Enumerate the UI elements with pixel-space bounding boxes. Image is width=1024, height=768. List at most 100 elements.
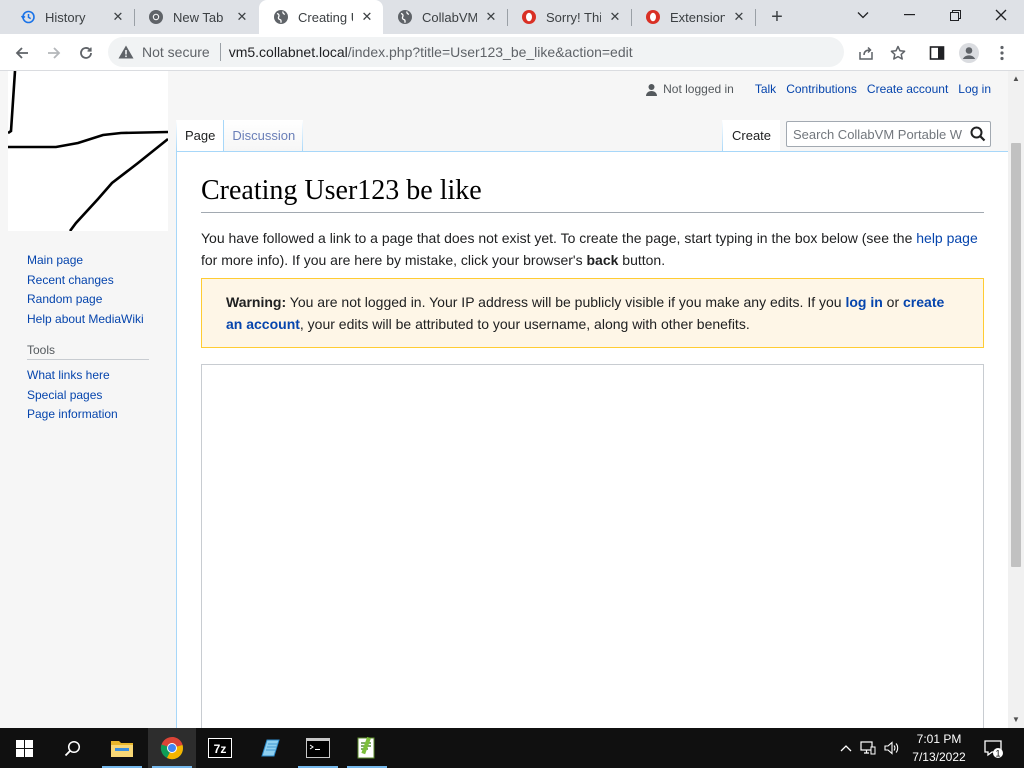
divider <box>219 43 221 61</box>
sidebar-item-special-pages[interactable]: Special pages <box>27 386 176 406</box>
sidebar-item-main-page[interactable]: Main page <box>27 251 176 271</box>
text-editor-icon[interactable] <box>343 728 391 768</box>
forward-button[interactable] <box>40 39 68 67</box>
log-in-link[interactable]: Log in <box>958 82 991 96</box>
system-tray <box>838 728 904 768</box>
tab-new-tab[interactable]: New Tab ✕ <box>134 0 258 34</box>
clock-time: 7:01 PM <box>916 732 962 746</box>
page-title: Creating User123 be like <box>201 172 984 213</box>
scroll-down-icon[interactable]: ▼ <box>1012 716 1020 724</box>
search-icon[interactable] <box>969 125 987 143</box>
tab-title: Extension:C <box>670 9 725 25</box>
back-button[interactable] <box>8 39 36 67</box>
new-tab-button[interactable]: + <box>765 5 789 29</box>
scrollbar-thumb[interactable] <box>1011 143 1021 567</box>
tab-extension[interactable]: Extension:C ✕ <box>631 0 755 34</box>
7zip-icon[interactable]: 7z <box>196 728 244 768</box>
edit-textarea[interactable] <box>201 364 984 728</box>
talk-link[interactable]: Talk <box>755 82 776 96</box>
clock[interactable]: 7:01 PM 7/13/2022 <box>906 730 972 766</box>
chrome-icon <box>148 9 164 25</box>
tab-page[interactable]: Page <box>177 120 224 151</box>
page-scrollbar[interactable]: ▲ ▼ <box>1008 71 1024 728</box>
tab-sorry[interactable]: Sorry! This ✕ <box>507 0 631 34</box>
menu-kebab-icon[interactable] <box>988 39 1016 67</box>
intro-text: You have followed a link to a page that … <box>201 227 984 271</box>
tab-title: Creating U <box>298 9 353 25</box>
close-icon[interactable]: ✕ <box>110 9 126 25</box>
tab-history[interactable]: History ✕ <box>6 0 134 34</box>
intro-text-3: button. <box>618 252 666 268</box>
globe-icon <box>273 9 289 25</box>
tab-title: New Tab <box>173 9 224 25</box>
url-path: /index.php?title=User123_be_like&action=… <box>347 44 633 60</box>
tab-create[interactable]: Create <box>723 120 781 151</box>
site-logo[interactable] <box>7 71 169 232</box>
search-input[interactable]: Search CollabVM Portable W <box>793 127 965 142</box>
sidebar-item-help[interactable]: Help about MediaWiki <box>27 310 176 330</box>
user-avatar-icon <box>645 82 659 96</box>
create-account-link[interactable]: Create account <box>867 82 948 96</box>
log-in-link[interactable]: log in <box>845 294 882 310</box>
notification-center-icon[interactable]: 1 <box>980 728 1006 768</box>
sidebar-item-page-information[interactable]: Page information <box>27 405 176 425</box>
tab-strip: History ✕ New Tab ✕ Creating U ✕ CollabV… <box>0 0 1024 34</box>
file-explorer-icon[interactable] <box>98 728 146 768</box>
search-icon[interactable] <box>48 728 96 768</box>
tab-separator <box>755 9 756 26</box>
opera-icon <box>521 9 537 25</box>
windows-start-icon[interactable] <box>0 728 48 768</box>
tab-creating-page[interactable]: Creating U ✕ <box>259 0 383 34</box>
address-bar[interactable]: Not secure vm5.collabnet.local/index.php… <box>108 37 844 67</box>
close-icon[interactable]: ✕ <box>234 9 250 25</box>
sidebar-item-what-links-here[interactable]: What links here <box>27 366 176 386</box>
tab-discussion[interactable]: Discussion <box>223 120 304 151</box>
close-icon[interactable]: ✕ <box>359 9 375 25</box>
security-label[interactable]: Not secure <box>142 44 210 60</box>
url-text[interactable]: vm5.collabnet.local/index.php?title=User… <box>229 44 633 60</box>
content-area: Creating User123 be like You have follow… <box>176 151 1008 728</box>
profile-icon[interactable] <box>955 39 983 67</box>
not-logged-in-label: Not logged in <box>663 82 734 96</box>
minimize-button[interactable] <box>886 0 932 30</box>
warning-triangle-icon[interactable] <box>118 44 134 60</box>
network-icon[interactable] <box>856 741 880 755</box>
intro-text-2: for more info). If you are here by mista… <box>201 252 587 268</box>
contributions-link[interactable]: Contributions <box>786 82 857 96</box>
chevron-up-icon[interactable] <box>838 744 854 752</box>
share-icon[interactable] <box>852 39 880 67</box>
close-icon[interactable]: ✕ <box>607 9 623 25</box>
bookmark-star-icon[interactable] <box>884 39 912 67</box>
search-box[interactable]: Search CollabVM Portable W <box>786 121 991 147</box>
opera-icon <box>645 9 661 25</box>
close-icon[interactable]: ✕ <box>483 9 499 25</box>
history-icon <box>20 9 36 25</box>
sidebar-item-random-page[interactable]: Random page <box>27 290 176 310</box>
svg-text:7z: 7z <box>214 742 227 756</box>
side-panel-icon[interactable] <box>923 39 951 67</box>
notification-count: 1 <box>995 748 1000 758</box>
namespace-tabs: Page Discussion <box>177 120 304 151</box>
chrome-icon[interactable] <box>148 728 196 768</box>
intro-text-1: You have followed a link to a page that … <box>201 230 917 246</box>
view-tabs: Create <box>723 120 781 151</box>
reload-button[interactable] <box>72 39 100 67</box>
browser-toolbar: Not secure vm5.collabnet.local/index.php… <box>0 34 1024 71</box>
arrow-left-icon <box>15 47 28 59</box>
intro-bold: back <box>586 252 619 268</box>
tab-collabvm[interactable]: CollabVM I ✕ <box>383 0 507 34</box>
command-prompt-icon[interactable] <box>294 728 342 768</box>
arrow-right-icon <box>48 47 61 59</box>
warning-text-3: , your edits will be attributed to your … <box>299 316 750 332</box>
taskbar: 7z 7:01 PM 7/13/2022 1 <box>0 728 1024 768</box>
sidebar-item-recent-changes[interactable]: Recent changes <box>27 271 176 291</box>
scroll-up-icon[interactable]: ▲ <box>1012 75 1020 83</box>
restore-button[interactable] <box>932 0 978 30</box>
tab-search-icon[interactable] <box>840 0 886 30</box>
help-page-link[interactable]: help page <box>916 230 978 246</box>
warning-text-2: or <box>882 294 904 310</box>
close-window-button[interactable] <box>978 0 1024 30</box>
notepad-icon[interactable] <box>246 728 294 768</box>
close-icon[interactable]: ✕ <box>731 9 747 25</box>
volume-icon[interactable] <box>880 741 904 755</box>
